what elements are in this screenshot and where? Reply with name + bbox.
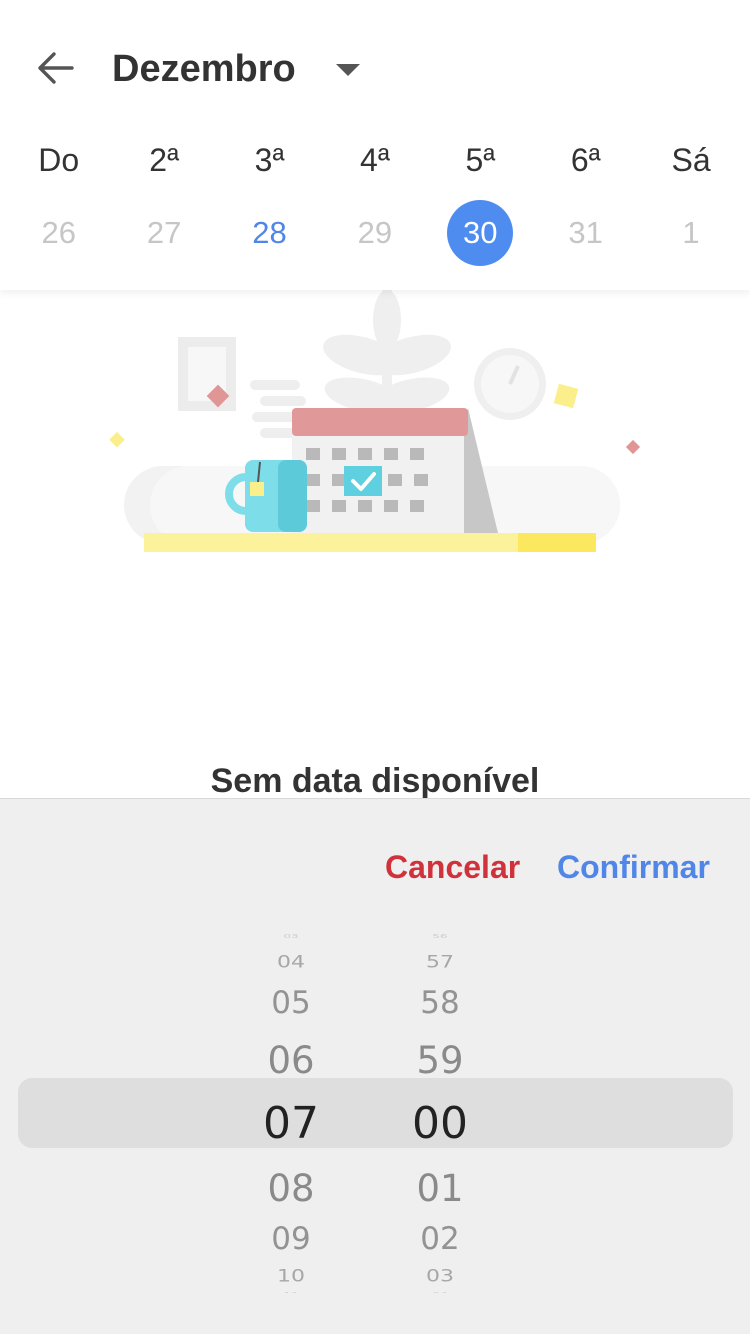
arrow-left-icon [38, 52, 74, 84]
minute-option[interactable]: 03 [385, 1267, 495, 1288]
minute-option[interactable]: 01 [385, 1167, 495, 1210]
hour-option[interactable]: 08 [236, 1167, 346, 1210]
minute-option[interactable]: 02 [385, 1221, 495, 1258]
minute-wheel[interactable]: 56 57 58 59 00 01 02 03 04 [385, 929, 495, 1293]
date-cell[interactable]: 1 [638, 200, 743, 266]
minute-option[interactable]: 57 [385, 953, 495, 974]
weekday-row: Do 2ª 3ª 4ª 5ª 6ª Sá [6, 140, 744, 180]
date-row: 26 27 28 29 30 31 1 [6, 200, 744, 266]
hour-option[interactable]: 09 [236, 1221, 346, 1258]
weekday-label: Do [38, 142, 80, 178]
minute-option[interactable]: 56 [385, 932, 495, 940]
weekday-label: 3ª [254, 142, 285, 178]
minute-option-selected[interactable]: 00 [385, 1099, 495, 1149]
hour-wheel[interactable]: 03 04 05 06 07 08 09 10 11 [236, 929, 346, 1293]
month-title[interactable]: Dezembro [112, 48, 296, 91]
back-button[interactable] [34, 46, 78, 90]
hour-option[interactable]: 05 [236, 985, 346, 1022]
calendar-empty-illustration [109, 290, 641, 552]
minute-option[interactable]: 59 [385, 1039, 495, 1082]
weekday-label: 4ª [360, 142, 390, 178]
empty-state-message: Sem data disponível [210, 762, 540, 800]
date-cell[interactable]: 29 [322, 200, 427, 266]
hour-option[interactable]: 04 [236, 953, 346, 974]
picker-selection-band [18, 1078, 733, 1148]
weekday-label: 2ª [149, 142, 179, 178]
caret-down-icon[interactable] [334, 60, 362, 80]
hour-option[interactable]: 03 [236, 932, 346, 940]
cancel-button[interactable]: Cancelar [385, 849, 520, 886]
hour-option[interactable]: 11 [236, 1290, 346, 1293]
calendar-header: Dezembro Do 2ª 3ª 4ª 5ª 6ª Sá 26 27 28 2… [0, 0, 750, 290]
hour-option[interactable]: 10 [236, 1267, 346, 1288]
weekday-label: 5ª [465, 142, 496, 178]
confirm-button[interactable]: Confirmar [557, 849, 710, 886]
hour-option[interactable]: 06 [236, 1039, 346, 1082]
time-picker-sheet: Cancelar Confirmar 03 04 05 06 07 08 09 … [0, 798, 750, 1334]
minute-option[interactable]: 58 [385, 985, 495, 1022]
date-cell[interactable]: 26 [6, 200, 111, 266]
minute-option[interactable]: 04 [385, 1290, 495, 1293]
date-cell[interactable]: 27 [111, 200, 216, 266]
date-cell[interactable]: 31 [533, 200, 638, 266]
date-cell-selected[interactable]: 30 [428, 200, 533, 266]
weekday-label: 6ª [570, 142, 601, 178]
weekday-label: Sá [671, 142, 711, 178]
selected-date-badge: 30 [447, 200, 514, 266]
hour-option-selected[interactable]: 07 [236, 1099, 346, 1149]
date-cell-today[interactable]: 28 [217, 200, 322, 266]
